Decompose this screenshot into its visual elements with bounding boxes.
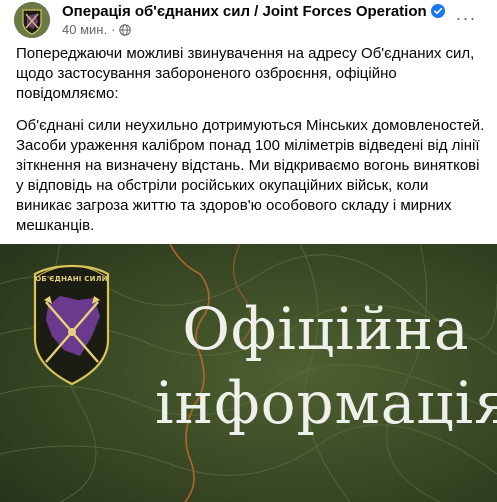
globe-icon[interactable] (119, 23, 132, 36)
post-text: Попереджаючи можливі звинувачення на адр… (16, 44, 486, 248)
emblem-icon (33, 264, 110, 386)
headline-line-2: інформація (155, 369, 497, 437)
facebook-post: Операція об'єднаних сил / Joint Forces O… (0, 0, 497, 502)
meta-separator: · (111, 22, 116, 37)
emblem-caption: ОБ'ЄДНАНІ СИЛИ (35, 275, 108, 283)
post-image[interactable]: ОБ'ЄДНАНІ СИЛИ Офіційна інформація (0, 244, 497, 502)
page-name[interactable]: Операція об'єднаних сил / Joint Forces O… (62, 3, 427, 20)
post-meta: 40 мин. · (62, 22, 132, 37)
more-options-icon[interactable]: ··· (452, 8, 480, 32)
post-paragraph-2: Об'єднані сили неухильно дотримуються Мі… (16, 117, 485, 234)
headline-line-1: Офіційна (182, 295, 470, 363)
page-avatar[interactable] (14, 2, 50, 38)
verified-badge-icon (430, 4, 445, 18)
avatar-emblem-icon (14, 2, 50, 38)
post-paragraph-1: Попереджаючи можливі звинувачення на адр… (16, 45, 475, 102)
post-header: Операція об'єднаних сил / Joint Forces O… (0, 0, 497, 40)
post-timestamp[interactable]: 40 мин. (62, 22, 107, 37)
image-headline: Офіційна інформація (155, 292, 497, 440)
page-name-link[interactable]: Операція об'єднаних сил / Joint Forces O… (62, 3, 445, 20)
